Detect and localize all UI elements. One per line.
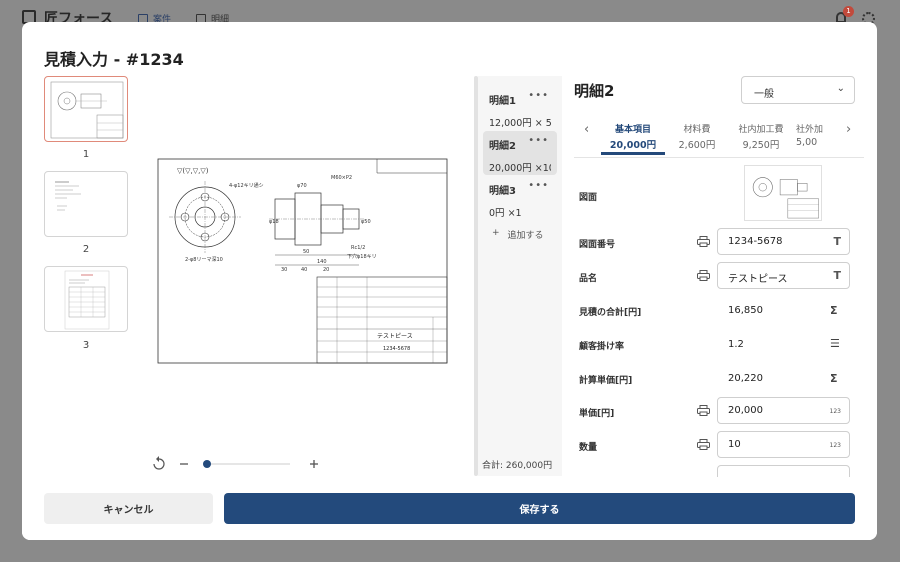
drawing-dim: φ50 (361, 219, 371, 225)
number-type-icon: 123 (829, 408, 841, 415)
part-name-field[interactable]: テストピース T (717, 262, 850, 289)
line-item[interactable]: 明細2 ••• 20,000円 ×10 (483, 131, 557, 175)
zoom-controls (153, 456, 318, 470)
quantity-field[interactable]: 10 123 (717, 431, 850, 458)
tab-material[interactable]: 材料費 2,600円 (665, 122, 729, 151)
drawing-dim: 50 (303, 249, 309, 255)
sum-icon: Σ (830, 372, 838, 385)
detail-title: 明細2 (574, 82, 615, 100)
line-items-total: 合計: 260,000円 (482, 461, 553, 471)
drawing-number-field[interactable]: 1234-5678 T (717, 228, 850, 255)
thumbnail-number: 2 (82, 244, 90, 255)
printer-icon[interactable] (697, 405, 710, 416)
tab-value: 2,600円 (678, 140, 716, 151)
add-label: 追加する (507, 231, 544, 241)
drawing-dim: φ18 (269, 219, 279, 225)
title-block-part-name: テストピース (377, 333, 413, 340)
estimate-total-value: 16,850 (728, 305, 763, 316)
more-icon[interactable]: ••• (528, 180, 549, 191)
field-label-part-name: 品名 (579, 274, 598, 284)
number-type-icon: 123 (829, 442, 841, 449)
drawing-dim: φ70 (297, 183, 307, 189)
calc-unit-price-value: 20,220 (728, 373, 763, 384)
field-label-customer-rate: 顧客掛け率 (579, 342, 625, 352)
save-button[interactable]: 保存する (224, 493, 855, 524)
text-type-icon: T (833, 235, 841, 248)
svg-text:▽(▽,▽,▽): ▽(▽,▽,▽) (177, 167, 209, 175)
printer-icon[interactable] (697, 270, 710, 281)
field-label-estimate-total: 見積の合計[円] (579, 308, 642, 318)
field-label-calc-unit-price: 計算単価[円] (579, 376, 633, 386)
unit-price-value: 20,000 (728, 405, 763, 416)
quantity-value: 10 (728, 439, 741, 450)
chevron-right-icon[interactable]: › (846, 122, 851, 137)
text-type-icon: T (833, 269, 841, 282)
add-line-item-button[interactable]: + 追加する (492, 228, 544, 241)
drawing-dim: 20 (323, 267, 329, 273)
drawing-dim: M60×P2 (331, 175, 352, 181)
cost-tabs: ‹ 基本項目 20,000円 材料費 2,600円 社内加工費 9,250円 社… (574, 116, 864, 158)
line-item[interactable]: 明細1 ••• 12,000円 × 5 (483, 86, 557, 130)
drawing-dim: 30 (281, 267, 287, 273)
app-header: 匠フォース 案件 明細 1 (0, 0, 900, 27)
tab-value: 5,00 (796, 137, 818, 148)
rotate-icon[interactable] (153, 456, 165, 470)
field-label-unit-price: 単価[円] (579, 409, 615, 419)
printer-icon[interactable] (697, 439, 710, 450)
drawing-dim: 40 (301, 267, 307, 273)
customer-rate-value: 1.2 (728, 339, 744, 350)
chevron-left-icon[interactable]: ‹ (584, 122, 589, 137)
category-select[interactable]: 一般 ⌄ (741, 76, 855, 104)
tab-value: 9,250円 (742, 140, 780, 151)
drawing-number-value: 1234-5678 (728, 236, 783, 247)
zoom-slider-handle[interactable] (203, 460, 211, 468)
line-item-amount: 12,000円 × 5 (489, 118, 551, 129)
tab-basic[interactable]: 基本項目 20,000円 (601, 122, 665, 155)
thumbnail-page-3[interactable] (44, 266, 128, 332)
thumbnail-number: 3 (82, 340, 90, 351)
list-icon: ☰ (830, 337, 840, 350)
drawing-dim: 下穴φ18キリ (347, 253, 377, 260)
thumbnail-page-1[interactable] (44, 76, 128, 142)
thumbnail-page-2[interactable] (44, 171, 128, 237)
thumbnail-number: 1 (82, 149, 90, 160)
tab-external[interactable]: 社外加 5,00 (790, 122, 840, 148)
tab-label: 基本項目 (614, 125, 651, 135)
drawing-dim: 140 (317, 259, 327, 265)
sum-icon: Σ (830, 304, 838, 317)
more-icon[interactable]: ••• (528, 90, 549, 101)
line-item-amount: 20,000円 ×10 (489, 163, 551, 174)
chevron-down-icon: ⌄ (836, 83, 845, 94)
field-label-drawing: 図面 (579, 193, 598, 203)
drawing-viewer[interactable]: ▽(▽,▽,▽) 4-φ12キリ通シ 2-φ8リーマ深10 140 50 30 … (157, 157, 449, 365)
drawing-note: 2-φ8リーマ深10 (185, 256, 223, 263)
zoom-in-button[interactable] (310, 460, 318, 468)
category-select-value: 一般 (754, 89, 774, 100)
tab-label: 社外加 (796, 125, 824, 135)
line-item-amount: 0円 ×1 (489, 208, 522, 219)
drawing-note: 4-φ12キリ通シ (229, 182, 264, 189)
tab-label: 社内加工費 (738, 125, 784, 135)
printer-icon[interactable] (697, 236, 710, 247)
title-block-number: 1234-5678 (383, 346, 410, 352)
tab-label: 材料費 (683, 125, 711, 135)
notification-badge: 1 (843, 6, 854, 17)
part-name-value: テストピース (728, 274, 788, 285)
unit-price-field[interactable]: 20,000 123 (717, 397, 850, 424)
line-item-list: 明細1 ••• 12,000円 × 5 明細2 ••• 20,000円 ×10 … (478, 76, 562, 476)
line-item[interactable]: 明細3 ••• 0円 ×1 (483, 176, 557, 220)
tab-internal-processing[interactable]: 社内加工費 9,250円 (729, 122, 793, 151)
field-label-quantity: 数量 (579, 443, 598, 453)
plus-icon: + (492, 228, 500, 238)
field-label-drawing-number: 図面番号 (579, 240, 616, 250)
drawing-dim: Rc1/2 (351, 245, 365, 251)
cancel-button[interactable]: キャンセル (44, 493, 213, 524)
drawing-preview[interactable] (744, 165, 822, 221)
tab-value: 20,000円 (609, 140, 657, 151)
estimate-modal: 見積入力 - #1234 1 2 3 ▽(▽,▽,▽) 4-φ12キリ通シ 2-… (22, 22, 877, 540)
modal-title: 見積入力 - #1234 (44, 50, 184, 69)
more-icon[interactable]: ••• (528, 135, 549, 146)
